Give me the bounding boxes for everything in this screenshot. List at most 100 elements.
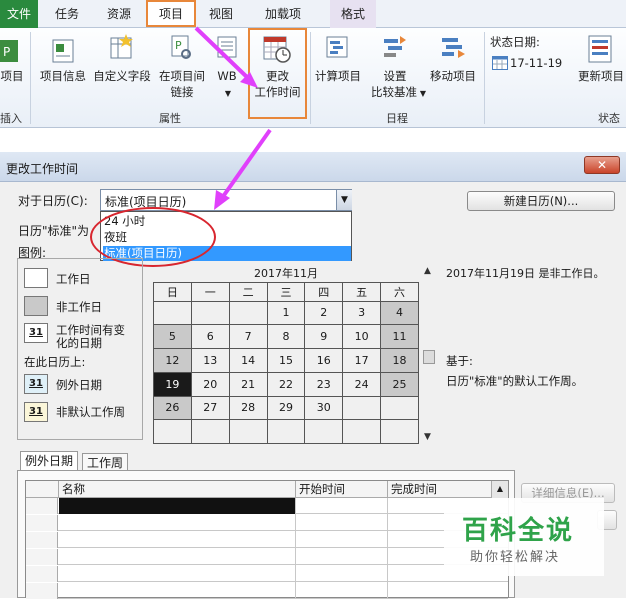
dialog-title-bar[interactable] — [0, 152, 626, 182]
day-cell[interactable]: 4 — [380, 300, 419, 326]
table-row[interactable] — [26, 583, 508, 599]
day-cell[interactable]: 7 — [228, 324, 268, 350]
day-cell-selected[interactable]: 19 — [153, 371, 192, 397]
status-date-value[interactable]: 17-11-19 — [510, 55, 570, 71]
tab-file[interactable]: 文件 — [0, 0, 38, 28]
subproject-icon: P — [0, 40, 18, 62]
day-cell[interactable]: 22 — [266, 371, 306, 397]
weekday-header: 三 — [266, 282, 306, 302]
day-cell[interactable]: 23 — [304, 371, 344, 397]
day-cell[interactable]: 12 — [153, 348, 192, 373]
subproject-button-label[interactable]: 项目 — [0, 68, 24, 84]
day-cell[interactable] — [228, 419, 268, 444]
table-row[interactable] — [26, 498, 508, 514]
set-baseline-line2[interactable]: 比较基准 — [364, 84, 424, 100]
day-cell[interactable]: 8 — [266, 324, 306, 350]
day-cell[interactable] — [153, 300, 192, 326]
day-cell[interactable]: 21 — [228, 371, 268, 397]
tab-exceptions[interactable]: 例外日期 — [20, 451, 79, 470]
day-cell[interactable] — [342, 395, 382, 421]
table-row[interactable] — [26, 515, 508, 531]
column-divider — [295, 498, 296, 598]
day-cell[interactable]: 9 — [304, 324, 344, 350]
day-cell[interactable] — [190, 419, 230, 444]
day-cell[interactable] — [342, 419, 382, 444]
annotation-arrow — [194, 26, 272, 210]
day-cell[interactable] — [380, 395, 419, 421]
day-cell[interactable]: 24 — [342, 371, 382, 397]
day-cell[interactable]: 27 — [190, 395, 230, 421]
day-cell[interactable]: 5 — [153, 324, 192, 350]
working-day-swatch — [24, 268, 48, 288]
day-cell[interactable]: 17 — [342, 348, 382, 373]
dialog-title: 更改工作时间 — [6, 162, 79, 176]
ribbon-tab-bar: 文件 任务 资源 项目 视图 加载项 格式 — [0, 0, 626, 28]
legend-on-this-calendar: 在此日历上: — [24, 355, 86, 369]
column-header-start[interactable]: 开始时间 — [296, 481, 388, 498]
month-scroll-up-icon[interactable]: ▲ — [424, 266, 431, 276]
based-on-text: 日历"标准"的默认工作周。 — [446, 374, 584, 388]
day-cell[interactable] — [153, 419, 192, 444]
set-baseline-line1[interactable]: 设置 — [368, 68, 422, 84]
chevron-down-icon[interactable]: ▼ — [336, 190, 352, 210]
day-cell[interactable]: 1 — [266, 300, 306, 326]
day-cell[interactable] — [228, 300, 268, 326]
table-row[interactable] — [26, 532, 508, 548]
weekday-header: 一 — [190, 282, 230, 302]
group-schedule-label: 日程 — [386, 112, 408, 125]
day-cell[interactable] — [190, 300, 230, 326]
day-cell[interactable]: 30 — [304, 395, 344, 421]
column-header-name[interactable]: 名称 — [59, 481, 296, 498]
day-cell[interactable]: 25 — [380, 371, 419, 397]
move-project-icon — [442, 38, 465, 58]
day-cell[interactable]: 20 — [190, 371, 230, 397]
weekday-header: 日 — [153, 282, 192, 302]
month-calendar: 日 一 二 三 四 五 六 1234 5 6 7 8 9 10 11 12 13 14 15 16 1… — [153, 282, 419, 444]
day-cell[interactable]: 26 — [153, 395, 192, 421]
month-scroll-down-icon[interactable]: ▼ — [424, 432, 431, 442]
day-cell[interactable]: 18 — [380, 348, 419, 373]
day-cell[interactable]: 13 — [190, 348, 230, 373]
ribbon-separator — [30, 32, 31, 124]
day-cell[interactable] — [304, 419, 344, 444]
day-cell[interactable]: 14 — [228, 348, 268, 373]
dialog-close-button[interactable]: ✕ — [584, 156, 620, 174]
update-project-button[interactable]: 更新项目 — [576, 68, 626, 84]
day-cell[interactable]: 16 — [304, 348, 344, 373]
tab-format[interactable]: 格式 — [330, 0, 376, 28]
move-project-button[interactable]: 移动项目 — [426, 68, 480, 84]
calculate-project-button[interactable]: 计算项目 — [312, 68, 364, 84]
table-row[interactable] — [26, 566, 508, 582]
set-baseline-dropdown-icon[interactable]: ▼ — [418, 86, 428, 102]
based-on-indicator — [423, 350, 435, 364]
tab-resource[interactable]: 资源 — [100, 0, 138, 28]
day-cell[interactable] — [266, 419, 306, 444]
row-number-cell — [26, 515, 58, 531]
day-cell[interactable]: 3 — [342, 300, 382, 326]
column-header-finish[interactable]: 完成时间 — [388, 481, 492, 498]
day-cell[interactable]: 11 — [380, 324, 419, 350]
svg-text:P: P — [3, 45, 10, 59]
day-cell[interactable] — [380, 419, 419, 444]
table-row[interactable] — [26, 549, 508, 565]
column-divider — [387, 498, 388, 598]
new-calendar-button[interactable]: 新建日历(N)... — [467, 191, 615, 211]
name-cell-selected[interactable] — [59, 498, 296, 514]
day-cell[interactable]: 6 — [190, 324, 230, 350]
tab-task[interactable]: 任务 — [50, 0, 84, 28]
status-date-label: 状态日期: — [490, 35, 540, 49]
day-cell[interactable]: 10 — [342, 324, 382, 350]
day-cell[interactable]: 2 — [304, 300, 344, 326]
exceptions-grid: 名称 开始时间 完成时间 ▲ — [25, 480, 509, 599]
day-cell[interactable]: 29 — [266, 395, 306, 421]
row-number-cell — [26, 549, 58, 565]
grid-scroll-up-icon[interactable]: ▲ — [492, 481, 508, 498]
day-cell[interactable]: 15 — [266, 348, 306, 373]
group-status-label: 状态 — [598, 112, 620, 125]
nondefault-week-swatch: 31 — [24, 402, 48, 422]
custom-fields-button[interactable]: 自定义字段 — [90, 68, 154, 84]
day-cell[interactable]: 28 — [228, 395, 268, 421]
project-info-button[interactable]: 项目信息 — [36, 68, 90, 84]
watermark-title: 百科全说 — [462, 516, 575, 546]
group-insert-label: 插入 — [0, 112, 22, 125]
